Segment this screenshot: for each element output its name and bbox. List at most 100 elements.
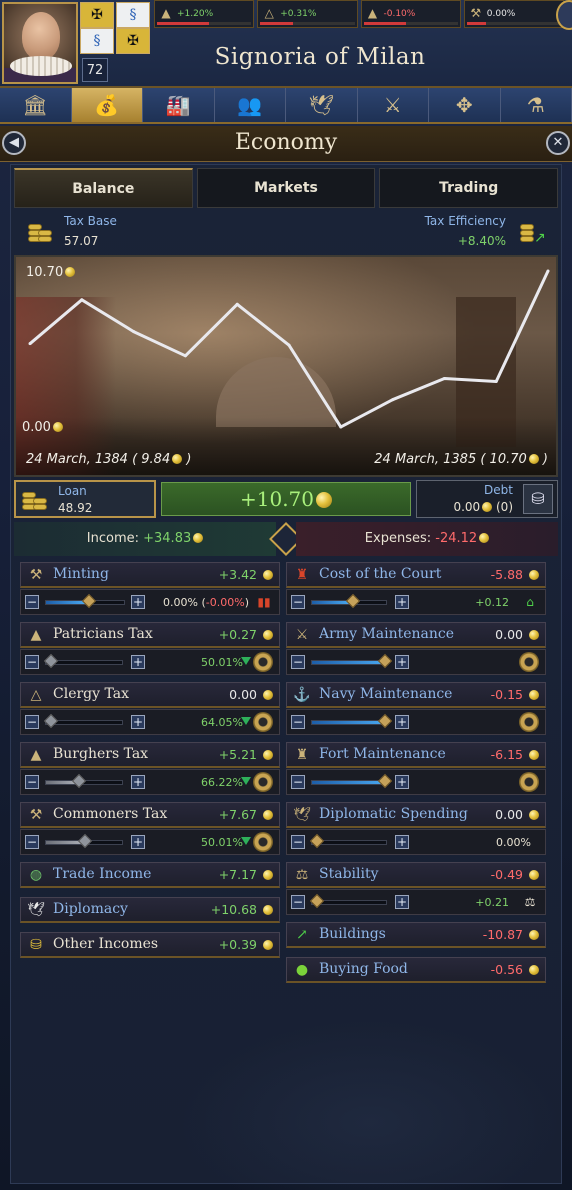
balance-point-1: [80, 298, 84, 302]
commoners-tax-increase-button[interactable]: +: [131, 835, 145, 849]
clergy-tax-decrease-button[interactable]: −: [25, 715, 39, 729]
income-burghers-tax[interactable]: ▲ Burghers Tax +5.21: [20, 742, 280, 768]
gear-icon[interactable]: [253, 772, 273, 792]
coin-icon: [479, 533, 490, 543]
swords-icon: ⚔: [383, 93, 402, 117]
gear-icon[interactable]: [519, 772, 539, 792]
fort-maintenance-slider-knob[interactable]: [377, 773, 393, 789]
patricians-tax-increase-button[interactable]: +: [131, 655, 145, 669]
chart-start-text: 24 March, 1384 ( 9.84: [26, 452, 171, 467]
burghers-tax-increase-button[interactable]: +: [131, 775, 145, 789]
diplomatic-spending-decrease-button[interactable]: −: [291, 835, 305, 849]
tab-alchemy[interactable]: ⚗: [500, 88, 572, 122]
income-minting[interactable]: ⚒ Minting +3.42: [20, 562, 280, 588]
diplomacy-income-label: Diplomacy: [53, 901, 128, 917]
fort-maintenance-decrease-button[interactable]: −: [291, 775, 305, 789]
estate-commoners[interactable]: ⚒ 0.00%: [463, 0, 564, 28]
burghers-tax-slider[interactable]: [45, 773, 123, 789]
tax-base-label: Tax Base: [64, 214, 117, 228]
minting-slider-fill: [46, 601, 86, 604]
clergy-tax-slider[interactable]: [43, 713, 123, 729]
commoners-tax-slider[interactable]: [45, 833, 123, 849]
minting-decrease-button[interactable]: −: [25, 595, 39, 609]
minting-slider-knob[interactable]: [81, 593, 97, 609]
stability-slider[interactable]: [309, 893, 387, 909]
income-trade[interactable]: ◍ Trade Income +7.17: [20, 862, 280, 888]
tab-economy[interactable]: 💰: [71, 88, 143, 122]
burghers-tax-value: +5.21: [218, 747, 257, 762]
buying-food-value: -0.56: [490, 962, 523, 977]
tab-government[interactable]: 🏛: [0, 88, 72, 122]
burghers-icon: ▲: [367, 6, 378, 20]
patricians-tax-slider-knob[interactable]: [43, 653, 59, 669]
tab-diplomacy[interactable]: 🕊: [286, 88, 358, 122]
navy-maintenance-decrease-button[interactable]: −: [291, 715, 305, 729]
gear-icon[interactable]: [519, 652, 539, 672]
commoners-tax-decrease-button[interactable]: −: [25, 835, 39, 849]
diplomatic-spending-increase-button[interactable]: +: [395, 835, 409, 849]
tab-markets[interactable]: Markets: [196, 168, 376, 208]
tab-balance[interactable]: Balance: [14, 168, 193, 208]
navy-maintenance-slider[interactable]: [311, 713, 393, 729]
tab-military[interactable]: ⚔: [357, 88, 429, 122]
navy-maintenance-increase-button[interactable]: +: [395, 715, 409, 729]
expense-fort[interactable]: ♜ Fort Maintenance -6.15: [286, 742, 546, 768]
court-cost-slider[interactable]: [311, 593, 387, 609]
clergy-tax-slider-knob[interactable]: [43, 713, 59, 729]
tab-court[interactable]: 👥: [214, 88, 286, 122]
stability-slider-knob[interactable]: [309, 893, 325, 909]
income-commoners-tax[interactable]: ⚒ Commoners Tax +7.67: [20, 802, 280, 828]
gear-icon[interactable]: [253, 652, 273, 672]
patricians-tax-slider[interactable]: [43, 653, 123, 669]
close-button[interactable]: ✕: [546, 131, 570, 155]
income-clergy-tax[interactable]: △ Clergy Tax 0.00: [20, 682, 280, 708]
minting-slider[interactable]: [45, 593, 125, 609]
income-diplomacy[interactable]: 🕊 Diplomacy +10.68: [20, 897, 280, 923]
income-other[interactable]: ⛁ Other Incomes +0.39: [20, 932, 280, 958]
army-maintenance-slider-knob[interactable]: [377, 653, 393, 669]
loan-button[interactable]: Loan 48.92: [14, 480, 156, 518]
ruler-portrait[interactable]: [2, 2, 78, 84]
court-cost-increase-button[interactable]: +: [395, 595, 409, 609]
commoners-tax-slider-knob[interactable]: [77, 833, 93, 849]
diplomatic-spending-slider[interactable]: [309, 833, 387, 849]
stability-decrease-button[interactable]: −: [291, 895, 305, 909]
tab-map[interactable]: ✥: [429, 88, 501, 122]
stability-increase-button[interactable]: +: [395, 895, 409, 909]
navy-maintenance-slider-knob[interactable]: [377, 713, 393, 729]
burghers-tax-decrease-button[interactable]: −: [25, 775, 39, 789]
loan-value: 48.92: [58, 501, 93, 515]
estate-clergy[interactable]: △ +0.31%: [257, 0, 358, 28]
clergy-tax-increase-button[interactable]: +: [131, 715, 145, 729]
gear-icon[interactable]: [519, 712, 539, 732]
coat-of-arms[interactable]: ✠ § § ✠: [80, 0, 152, 54]
income-patricians-tax[interactable]: ▲ Patricians Tax +0.27: [20, 622, 280, 648]
army-maintenance-increase-button[interactable]: +: [395, 655, 409, 669]
fort-maintenance-label: Fort Maintenance: [319, 746, 446, 762]
loan-coins-icon: [20, 484, 52, 516]
repay-debt-button[interactable]: ⛁: [523, 484, 553, 514]
fort-maintenance-slider[interactable]: [311, 773, 393, 789]
estate-patricians[interactable]: ▲ +1.20%: [154, 0, 255, 28]
army-maintenance-decrease-button[interactable]: −: [291, 655, 305, 669]
fort-maintenance-increase-button[interactable]: +: [395, 775, 409, 789]
gear-icon[interactable]: [253, 832, 273, 852]
expense-diplomatic[interactable]: 🕊 Diplomatic Spending 0.00: [286, 802, 546, 828]
tab-trading[interactable]: Trading: [379, 168, 559, 208]
estate-burghers[interactable]: ▲ -0.10%: [360, 0, 461, 28]
tab-buildings[interactable]: 🏭: [143, 88, 215, 122]
expense-navy[interactable]: ⚓ Navy Maintenance -0.15: [286, 682, 546, 708]
diplomatic-spending-slider-knob[interactable]: [309, 833, 325, 849]
court-cost-slider-knob[interactable]: [345, 593, 361, 609]
expense-buildings[interactable]: ↗ Buildings -10.87: [286, 922, 546, 948]
burghers-tax-slider-knob[interactable]: [71, 773, 87, 789]
expense-court[interactable]: ♜ Cost of the Court -5.88: [286, 562, 546, 588]
court-cost-decrease-button[interactable]: −: [291, 595, 305, 609]
gear-icon[interactable]: [253, 712, 273, 732]
expense-stability[interactable]: ⚖ Stability -0.49: [286, 862, 546, 888]
expense-army[interactable]: ⚔ Army Maintenance 0.00: [286, 622, 546, 648]
expense-food[interactable]: ● Buying Food -0.56: [286, 957, 546, 983]
army-maintenance-slider[interactable]: [311, 653, 393, 669]
minting-increase-button[interactable]: +: [131, 595, 145, 609]
patricians-tax-decrease-button[interactable]: −: [25, 655, 39, 669]
